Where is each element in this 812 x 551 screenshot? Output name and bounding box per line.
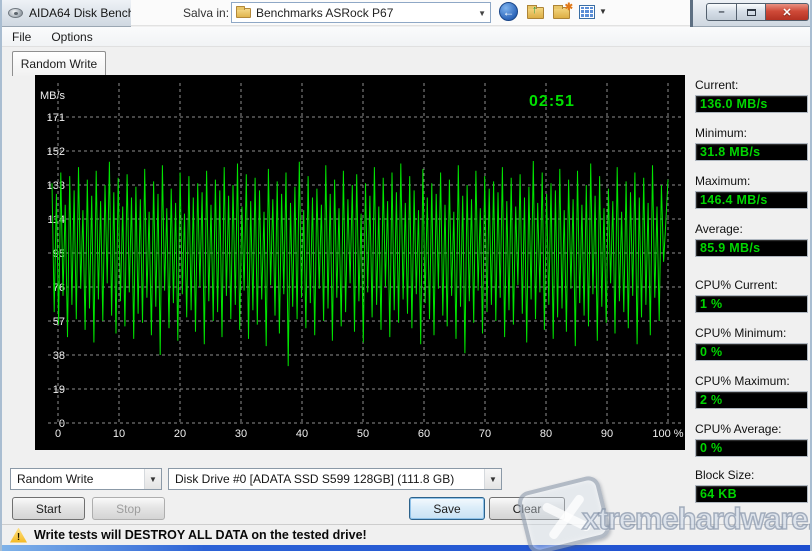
titlebar-right: – ✕ xyxy=(693,0,812,27)
stat-label: Minimum: xyxy=(695,126,808,141)
window-title: AIDA64 Disk Bench xyxy=(29,6,131,20)
y-tick-label: 95 xyxy=(53,248,65,260)
app-disk-icon xyxy=(8,8,23,18)
stat-average: Average: 85.9 MB/s xyxy=(695,222,808,257)
stat-label: CPU% Maximum: xyxy=(695,374,808,389)
stat-label: CPU% Average: xyxy=(695,422,808,437)
desktop-edge-strip xyxy=(2,545,812,551)
stat-value: 0 % xyxy=(695,343,808,361)
x-tick-label: 40 xyxy=(296,428,308,440)
watermark-text: xtremehardware.it xyxy=(582,501,812,537)
save-button[interactable]: Save xyxy=(409,497,485,520)
x-tick-label: 60 xyxy=(418,428,430,440)
menu-options[interactable]: Options xyxy=(51,30,92,44)
stat-label: Maximum: xyxy=(695,174,808,189)
y-tick-label: 38 xyxy=(53,350,65,362)
start-button[interactable]: Start xyxy=(12,497,85,520)
tab-random-write[interactable]: Random Write xyxy=(12,51,106,76)
up-one-level-icon[interactable]: ↑ xyxy=(527,7,544,19)
warning-text: Write tests will DESTROY ALL DATA on the… xyxy=(34,528,367,542)
stat-cpu-minimum: CPU% Minimum: 0 % xyxy=(695,326,808,361)
x-tick-label: 0 xyxy=(55,428,61,440)
stat-label: CPU% Current: xyxy=(695,278,808,293)
test-type-select[interactable]: Random Write ▼ xyxy=(10,468,162,490)
stat-cpu-current: CPU% Current: 1 % xyxy=(695,278,808,313)
view-menu-chevron-icon[interactable]: ▼ xyxy=(599,7,607,16)
drive-select-value: Disk Drive #0 [ADATA SSD S599 128GB] (11… xyxy=(169,472,484,486)
y-tick-label: 19 xyxy=(53,384,65,396)
menu-file[interactable]: File xyxy=(12,30,31,44)
top-strip: AIDA64 Disk Bench Salva in: Benchmarks A… xyxy=(2,0,812,27)
chevron-down-icon[interactable]: ▼ xyxy=(144,469,161,489)
chevron-down-icon[interactable]: ▼ xyxy=(484,469,501,489)
back-icon[interactable]: ← xyxy=(499,2,518,21)
new-folder-icon[interactable]: ✱ xyxy=(553,7,570,19)
stat-value: 31.8 MB/s xyxy=(695,143,808,161)
chevron-down-icon[interactable]: ▼ xyxy=(478,9,486,18)
stat-label: Block Size: xyxy=(695,468,808,483)
x-tick-label: 80 xyxy=(540,428,552,440)
x-tick-label: 90 xyxy=(601,428,613,440)
maximize-button[interactable] xyxy=(737,3,766,21)
y-tick-label: 152 xyxy=(47,146,65,158)
chart-svg: MB/s171152133114957657381900102030405060… xyxy=(35,75,685,450)
window-controls: – ✕ xyxy=(706,3,809,21)
stat-current: Current: 136.0 MB/s xyxy=(695,78,808,113)
speed-line xyxy=(52,161,668,366)
x-tick-label: 20 xyxy=(174,428,186,440)
folder-select[interactable]: Benchmarks ASRock P67 ▼ xyxy=(231,2,491,23)
stat-cpu-maximum: CPU% Maximum: 2 % xyxy=(695,374,808,409)
elapsed-timer: 02:51 xyxy=(529,93,575,110)
stat-minimum: Minimum: 31.8 MB/s xyxy=(695,126,808,161)
stat-maximum: Maximum: 146.4 MB/s xyxy=(695,174,808,209)
minimize-button[interactable]: – xyxy=(706,3,737,21)
save-dialog-fragment: Salva in: Benchmarks ASRock P67 ▼ ← ↑ ✱ … xyxy=(131,0,690,26)
y-tick-label: 171 xyxy=(47,112,65,124)
x-tick-label: 10 xyxy=(113,428,125,440)
save-in-label: Salva in: xyxy=(183,6,229,20)
close-button[interactable]: ✕ xyxy=(766,3,809,21)
stat-value: 85.9 MB/s xyxy=(695,239,808,257)
stat-cpu-average: CPU% Average: 0 % xyxy=(695,422,808,457)
x-tick-label: 30 xyxy=(235,428,247,440)
aida64-disk-benchmark-window: AIDA64 Disk Bench Salva in: Benchmarks A… xyxy=(0,0,812,551)
stat-value: 146.4 MB/s xyxy=(695,191,808,209)
folder-icon xyxy=(236,8,251,18)
folder-select-value: Benchmarks ASRock P67 xyxy=(256,6,393,20)
stat-label: Average: xyxy=(695,222,808,237)
warning-exclamation: ! xyxy=(10,532,27,543)
stat-label: Current: xyxy=(695,78,808,93)
x-tick-label: 70 xyxy=(479,428,491,440)
menu-bar: File Options xyxy=(2,27,812,47)
stat-label: CPU% Minimum: xyxy=(695,326,808,341)
test-type-value: Random Write xyxy=(11,472,144,486)
y-tick-label: 133 xyxy=(47,180,65,192)
stat-block-size: Block Size: 64 KB xyxy=(695,468,808,503)
warning-icon: ! xyxy=(10,528,27,543)
stat-value: 2 % xyxy=(695,391,808,409)
y-axis-unit: MB/s xyxy=(40,90,66,102)
view-menu-icon[interactable] xyxy=(579,5,595,19)
up-arrow-icon: ↑ xyxy=(532,4,538,16)
drive-select[interactable]: Disk Drive #0 [ADATA SSD S599 128GB] (11… xyxy=(168,468,502,490)
x-tick-label: 100 % xyxy=(652,428,683,440)
titlebar: AIDA64 Disk Bench xyxy=(2,0,131,27)
stat-value: 0 % xyxy=(695,439,808,457)
new-folder-star-icon: ✱ xyxy=(565,2,573,13)
stat-value: 136.0 MB/s xyxy=(695,95,808,113)
benchmark-chart: MB/s171152133114957657381900102030405060… xyxy=(35,75,685,450)
maximize-icon xyxy=(747,9,756,16)
x-tick-label: 50 xyxy=(357,428,369,440)
stat-value: 1 % xyxy=(695,295,808,313)
stop-button[interactable]: Stop xyxy=(92,497,165,520)
dialog-toolbar: ← ↑ ✱ ▼ xyxy=(499,2,607,21)
